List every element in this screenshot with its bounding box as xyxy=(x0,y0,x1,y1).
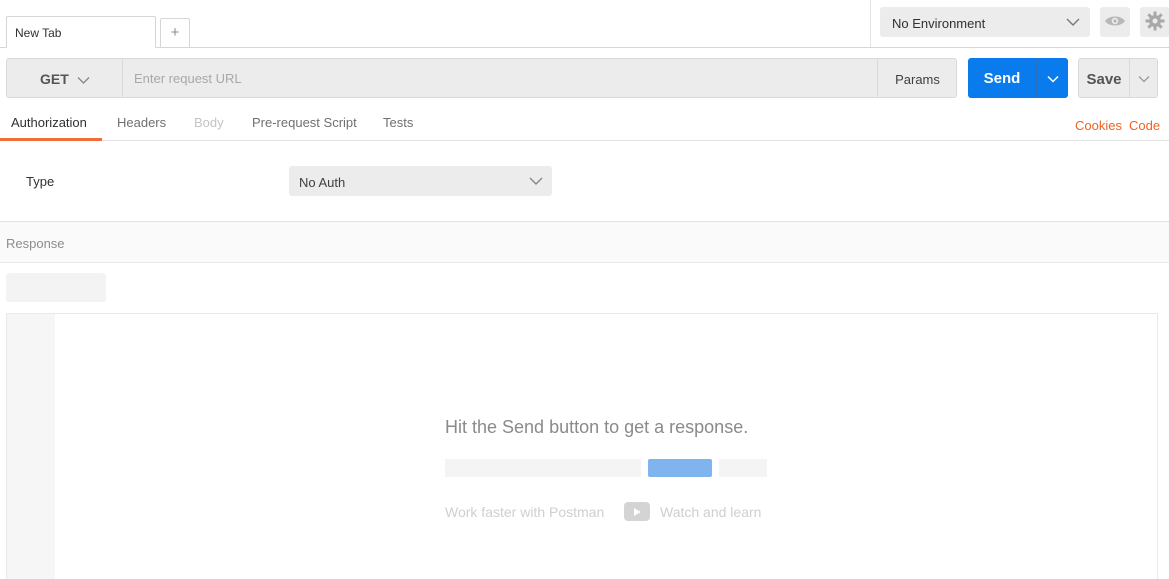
tab-headers[interactable]: Headers xyxy=(117,115,166,130)
chevron-down-icon xyxy=(529,174,543,189)
auth-type-select[interactable]: No Auth xyxy=(289,166,552,196)
environment-select[interactable]: No Environment xyxy=(880,7,1090,37)
tab-tests[interactable]: Tests xyxy=(383,115,413,130)
environment-select-value: No Environment xyxy=(892,16,986,31)
chevron-down-icon xyxy=(1046,71,1059,86)
chevron-down-icon xyxy=(77,72,90,88)
tab-body[interactable]: Body xyxy=(194,115,224,130)
request-tab-label: New Tab xyxy=(15,26,62,40)
save-button-group: Save xyxy=(1078,58,1158,98)
placeholder-bar xyxy=(719,459,767,477)
tab-pre-request-script[interactable]: Pre-request Script xyxy=(252,115,357,130)
tab-authorization[interactable]: Authorization xyxy=(11,115,87,130)
cookies-link[interactable]: Cookies xyxy=(1075,118,1122,133)
gear-icon xyxy=(1145,11,1165,34)
active-tab-indicator xyxy=(0,138,102,141)
response-title: Response xyxy=(6,236,65,251)
chevron-down-icon xyxy=(1138,71,1150,86)
params-button[interactable]: Params xyxy=(877,59,957,97)
auth-type-value: No Auth xyxy=(299,175,346,190)
eye-icon xyxy=(1104,14,1126,31)
auth-type-label: Type xyxy=(26,174,55,189)
response-header: Response xyxy=(0,221,1169,263)
chevron-down-icon xyxy=(1066,15,1080,30)
placeholder-bar xyxy=(445,459,641,477)
save-button[interactable]: Save xyxy=(1079,59,1129,97)
promo-text: Work faster with Postman xyxy=(445,504,605,520)
request-subtabs: Authorization Headers Body Pre-request S… xyxy=(0,104,1169,141)
request-tab[interactable]: New Tab xyxy=(6,16,156,48)
settings-button[interactable] xyxy=(1140,7,1169,37)
response-empty-hint: Hit the Send button to get a response. xyxy=(445,417,749,437)
save-options-button[interactable] xyxy=(1129,59,1157,97)
method-value: GET xyxy=(40,71,69,87)
code-link[interactable]: Code xyxy=(1129,118,1160,133)
send-button[interactable]: Send xyxy=(968,58,1036,98)
new-tab-button[interactable]: + xyxy=(160,18,190,47)
url-input[interactable] xyxy=(124,59,876,97)
watch-and-learn-link[interactable]: Watch and learn xyxy=(660,504,761,520)
send-options-button[interactable] xyxy=(1036,58,1068,98)
environment-quick-look-button[interactable] xyxy=(1100,7,1130,37)
method-select[interactable]: GET xyxy=(7,59,123,97)
send-button-group: Send xyxy=(968,58,1068,98)
response-gutter xyxy=(7,314,55,579)
placeholder-bar-highlight xyxy=(648,459,712,477)
response-body: Hit the Send button to get a response. W… xyxy=(6,313,1158,579)
play-video-icon[interactable] xyxy=(624,502,650,521)
response-meta-placeholder xyxy=(6,273,106,302)
request-bar: GET Params xyxy=(6,58,957,98)
